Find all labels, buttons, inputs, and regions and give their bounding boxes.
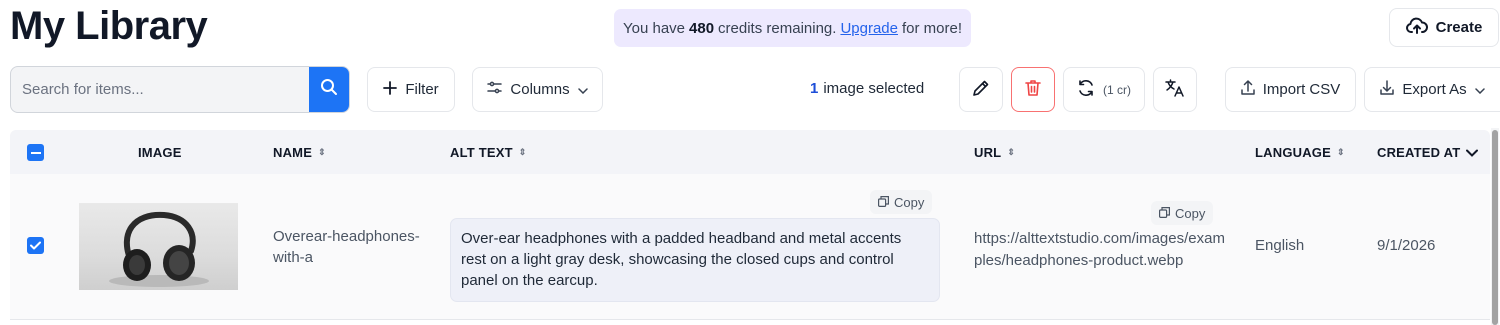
- chevron-down-icon: [1474, 81, 1485, 98]
- column-header-alt-text[interactable]: ALT TEXT ⇕: [450, 130, 527, 174]
- copy-label: Copy: [894, 194, 925, 210]
- chevron-down-icon: [1466, 145, 1479, 160]
- item-name: Overear-headphones-with-a: [273, 228, 420, 266]
- translate-icon: [1165, 78, 1185, 101]
- chevron-down-icon: [577, 81, 588, 98]
- column-header-image: IMAGE: [138, 130, 182, 174]
- page-title: My Library: [10, 4, 208, 48]
- sort-icon: ⇕: [318, 146, 326, 157]
- regenerate-button[interactable]: (1 cr): [1063, 67, 1145, 112]
- selected-text: image selected: [823, 80, 925, 97]
- filter-label: Filter: [405, 81, 439, 98]
- alt-text-cell[interactable]: Over-ear headphones with a padded headba…: [450, 218, 940, 302]
- column-header-url[interactable]: URL ⇕: [974, 130, 1015, 174]
- search-icon: [320, 78, 338, 101]
- language-cell: English: [1255, 237, 1305, 254]
- credits-suffix: for more!: [901, 19, 962, 37]
- copy-icon: [878, 195, 889, 210]
- credits-prefix: You have: [623, 19, 686, 37]
- selection-status: 1 image selected: [810, 80, 924, 97]
- credits-banner: You have 480 credits remaining. Upgrade …: [614, 9, 971, 47]
- import-label: Import CSV: [1262, 81, 1341, 98]
- plus-icon: [383, 80, 398, 99]
- created-at-cell: 9/1/2026: [1377, 237, 1436, 254]
- sort-icon: ⇕: [1007, 146, 1016, 157]
- sort-icon: ⇕: [518, 146, 527, 157]
- copy-alt-text-button[interactable]: Copy: [870, 190, 933, 214]
- upgrade-link[interactable]: Upgrade: [840, 20, 898, 37]
- sort-icon: ⇕: [1337, 146, 1345, 157]
- translate-button[interactable]: [1153, 67, 1197, 112]
- search-box: [10, 66, 350, 113]
- name-header-label: NAME: [273, 144, 313, 160]
- columns-button[interactable]: Columns: [472, 67, 603, 112]
- scrollbar-thumb[interactable]: [1492, 130, 1498, 325]
- create-label: Create: [1435, 19, 1483, 36]
- created-at-header-label: CREATED AT: [1377, 144, 1461, 160]
- search-input[interactable]: [11, 67, 309, 112]
- sliders-icon: [487, 81, 503, 98]
- table-header: IMAGE NAME ⇕ ALT TEXT ⇕ URL ⇕ LANGUAGE ⇕…: [10, 130, 1490, 174]
- trash-icon: [1025, 79, 1041, 101]
- filter-button[interactable]: Filter: [367, 67, 455, 112]
- column-header-name[interactable]: NAME ⇕: [273, 130, 326, 174]
- column-header-created-at[interactable]: CREATED AT: [1377, 130, 1479, 174]
- language-header-label: LANGUAGE: [1255, 144, 1331, 160]
- row-checkbox[interactable]: [27, 237, 44, 254]
- download-icon: [1380, 80, 1395, 99]
- headphones-thumbnail[interactable]: [79, 203, 238, 290]
- export-button[interactable]: Export As: [1364, 67, 1500, 112]
- pencil-icon: [972, 79, 990, 101]
- search-button[interactable]: [309, 67, 349, 112]
- credits-middle: credits remaining.: [718, 19, 837, 37]
- select-all-checkbox[interactable]: [27, 144, 44, 161]
- cloud-upload-icon: [1405, 17, 1428, 39]
- create-button[interactable]: Create: [1389, 8, 1499, 47]
- import-csv-button[interactable]: Import CSV: [1225, 67, 1356, 112]
- regenerate-cost: (1 cr): [1103, 82, 1131, 97]
- delete-button[interactable]: [1011, 67, 1055, 112]
- export-label: Export As: [1402, 81, 1467, 98]
- alt-text-header-label: ALT TEXT: [450, 144, 513, 160]
- copy-url-button[interactable]: Copy: [1151, 201, 1214, 225]
- url-cell: https://alttextstudio.com/images/example…: [974, 230, 1225, 269]
- upload-icon: [1240, 80, 1255, 99]
- copy-icon: [1159, 206, 1170, 221]
- selected-count: 1: [810, 80, 819, 97]
- copy-label: Copy: [1175, 205, 1206, 221]
- edit-button[interactable]: [959, 67, 1003, 112]
- column-header-language[interactable]: LANGUAGE ⇕: [1255, 130, 1345, 174]
- image-header-label: IMAGE: [138, 144, 182, 160]
- credits-count: 480: [689, 19, 715, 37]
- refresh-icon: [1077, 79, 1095, 101]
- columns-label: Columns: [510, 81, 570, 98]
- url-header-label: URL: [974, 144, 1002, 160]
